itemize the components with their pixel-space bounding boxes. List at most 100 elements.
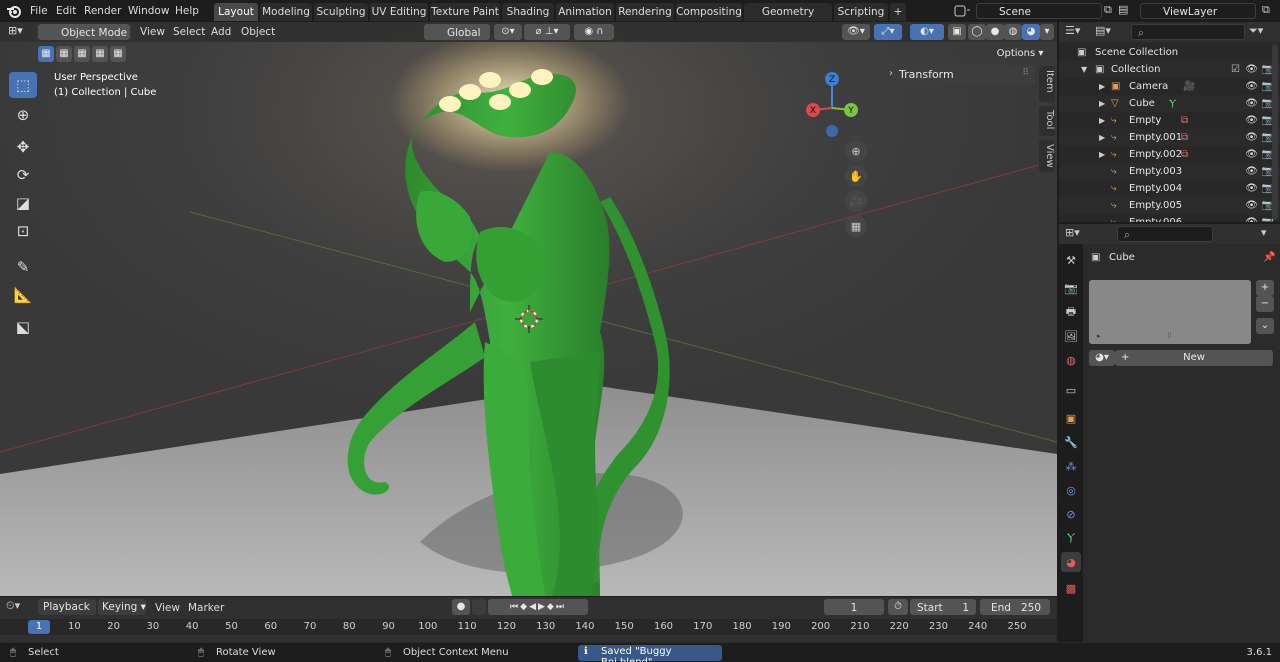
- menu-window[interactable]: Window: [128, 3, 169, 19]
- transform-tool-icon[interactable]: ⊡: [9, 218, 37, 244]
- expand-right-icon[interactable]: ▶: [1099, 129, 1105, 146]
- outliner-item[interactable]: ▶ ⤷ Empty.002 ⧉ 👁 📷: [1059, 146, 1280, 163]
- current-frame-field[interactable]: 1: [824, 599, 884, 615]
- render-properties-icon[interactable]: 📷: [1061, 278, 1081, 298]
- scene-copy-icon[interactable]: ⧉: [1104, 3, 1118, 19]
- tab-geometry-nodes[interactable]: Geometry Nodes: [744, 3, 832, 36]
- timeline-marker-menu[interactable]: Marker: [188, 601, 224, 615]
- saved-report[interactable]: ℹ Saved "Buggy Boi.blend": [578, 645, 722, 662]
- expand-right-icon[interactable]: ▶: [1099, 112, 1105, 129]
- outliner-item[interactable]: ▶ ▽ Cube Ⲩ 👁 📷: [1059, 95, 1280, 112]
- playback-menu[interactable]: Playback ▾: [38, 599, 96, 629]
- scale-tool-icon[interactable]: ◪: [9, 190, 37, 216]
- solid-shading-icon[interactable]: ●: [986, 24, 1004, 40]
- texture-properties-icon[interactable]: ▩: [1061, 578, 1081, 598]
- tab-uv-editing[interactable]: UV Editing: [370, 3, 428, 21]
- proportional-edit-icon[interactable]: ◉ ∩: [574, 24, 614, 40]
- record-icon[interactable]: ●: [452, 599, 470, 615]
- annotate-tool-icon[interactable]: ✎: [9, 254, 37, 280]
- outliner-scrollbar[interactable]: [1272, 44, 1278, 220]
- auto-keying-options-icon[interactable]: [472, 599, 486, 615]
- slot-resize-icon[interactable]: ⠿: [1167, 332, 1172, 340]
- mesh-data-icon[interactable]: Ⲩ: [1169, 95, 1176, 112]
- side-tab-tool[interactable]: Tool: [1039, 106, 1055, 136]
- outliner-item[interactable]: ⤷ Empty.005 👁 📷: [1059, 197, 1280, 214]
- tab-animation[interactable]: Animation: [556, 3, 614, 21]
- scene-icon[interactable]: [952, 3, 972, 19]
- outliner-item[interactable]: ⤷ Empty.003 👁 📷: [1059, 163, 1280, 180]
- transform-panel-header[interactable]: › Transform ⠿: [881, 65, 1035, 85]
- add-material-slot-button[interactable]: +: [1256, 280, 1274, 296]
- material-slot-list[interactable]: ▸ ⠿: [1089, 280, 1251, 344]
- overlay-toggle-icon[interactable]: ◐▾: [910, 24, 944, 40]
- add-workspace-button[interactable]: +: [890, 3, 906, 21]
- playback-controls[interactable]: ⏮◆◀▶◆⏭: [488, 599, 588, 615]
- select-intersect-icon[interactable]: ▦: [110, 46, 126, 62]
- checkbox-icon[interactable]: ☑: [1231, 61, 1240, 78]
- navigation-gizmo[interactable]: Z X Y: [800, 70, 866, 140]
- mode-dropdown[interactable]: Object Mode: [38, 24, 130, 40]
- timeline-editor-type-icon[interactable]: ⏲▾: [6, 599, 32, 615]
- outliner-editor-type-icon[interactable]: ☰▾: [1065, 24, 1089, 40]
- outliner-item[interactable]: ⤷ Empty.004 👁 📷: [1059, 180, 1280, 197]
- scene-properties-icon[interactable]: ◍: [1061, 350, 1081, 370]
- eye-icon[interactable]: 👁: [1245, 180, 1258, 197]
- tab-rendering[interactable]: Rendering: [616, 3, 674, 21]
- camera-view-icon[interactable]: 🎥: [845, 190, 867, 212]
- eye-icon[interactable]: 👁: [1245, 112, 1258, 129]
- properties-editor-type-icon[interactable]: ⊞▾: [1065, 226, 1089, 242]
- visibility-icon[interactable]: 👁▾: [842, 24, 870, 40]
- cursor-tool-icon[interactable]: ⊕: [9, 102, 37, 128]
- add-cube-tool-icon[interactable]: ⬕: [9, 314, 37, 340]
- constraint-icon[interactable]: ⧉: [1181, 146, 1188, 163]
- end-frame-field[interactable]: End 250: [980, 599, 1050, 615]
- material-shading-icon[interactable]: ◍: [1004, 24, 1022, 40]
- constraint-icon[interactable]: ⧉: [1181, 129, 1188, 146]
- eye-icon[interactable]: 👁: [1245, 61, 1258, 78]
- expand-right-icon[interactable]: ▶: [1099, 146, 1105, 163]
- blender-logo-icon[interactable]: [6, 3, 22, 19]
- modifier-properties-icon[interactable]: 🔧: [1061, 432, 1081, 452]
- select-subtract-icon[interactable]: ▦: [74, 46, 90, 62]
- pan-hand-icon[interactable]: ✋: [845, 165, 867, 187]
- expand-right-icon[interactable]: ▶: [1099, 95, 1105, 112]
- view-layer-field[interactable]: ViewLayer: [1140, 3, 1256, 19]
- object-properties-icon[interactable]: ▣: [1061, 408, 1081, 428]
- constraints-properties-icon[interactable]: ⊘: [1061, 504, 1081, 524]
- zoom-icon[interactable]: ⊕: [845, 140, 867, 162]
- tab-compositing[interactable]: Compositing: [676, 3, 742, 21]
- ortho-grid-icon[interactable]: ▦: [845, 215, 867, 237]
- options-dropdown[interactable]: Options ▾: [996, 46, 1044, 62]
- scene-name-field[interactable]: Scene: [976, 3, 1102, 19]
- eye-icon[interactable]: 👁: [1245, 197, 1258, 214]
- rotate-tool-icon[interactable]: ⟳: [9, 162, 37, 188]
- properties-search-input[interactable]: ⌕: [1117, 226, 1213, 242]
- properties-options-icon[interactable]: ▾: [1261, 226, 1275, 242]
- tab-layout[interactable]: Layout: [214, 3, 258, 21]
- side-tab-item[interactable]: Item: [1039, 66, 1055, 102]
- particles-properties-icon[interactable]: ⁂: [1061, 456, 1081, 476]
- material-properties-icon[interactable]: ◕: [1061, 552, 1081, 572]
- constraint-icon[interactable]: ⧉: [1181, 112, 1188, 129]
- menu-file[interactable]: File: [30, 3, 48, 19]
- expand-right-icon[interactable]: ▶: [1099, 78, 1105, 95]
- outliner-search-input[interactable]: ⌕: [1131, 24, 1245, 40]
- outliner-item[interactable]: ▶ ⤷ Empty.001 ⧉ 👁 📷: [1059, 129, 1280, 146]
- remove-material-slot-button[interactable]: −: [1256, 296, 1274, 312]
- select-extend-icon[interactable]: ▦: [56, 46, 72, 62]
- camera-data-icon[interactable]: 🎥: [1183, 78, 1195, 95]
- timeline-ruler[interactable]: 1 10 20 30 40 50 60 70 80 90 100 110 120 130 140 150 160…: [0, 619, 1057, 635]
- eye-icon[interactable]: 👁: [1245, 129, 1258, 146]
- eye-icon[interactable]: 👁: [1245, 95, 1258, 112]
- side-tab-view[interactable]: View: [1039, 140, 1055, 172]
- view-layer-copy-icon[interactable]: ⧉: [1262, 3, 1276, 19]
- data-properties-icon[interactable]: Ⲩ: [1061, 528, 1081, 548]
- wireframe-shading-icon[interactable]: ◯: [968, 24, 986, 40]
- tool-properties-icon[interactable]: ⚒: [1061, 250, 1081, 270]
- pivot-point-icon[interactable]: ⊙▾: [494, 24, 522, 40]
- material-specials-icon[interactable]: ⌄: [1256, 318, 1274, 334]
- outliner-scene-collection[interactable]: ▣ Scene Collection: [1059, 44, 1280, 61]
- display-mode-icon[interactable]: ▤▾: [1095, 24, 1119, 40]
- browse-material-icon[interactable]: ◕▾: [1089, 350, 1115, 366]
- tab-shading[interactable]: Shading: [502, 3, 554, 21]
